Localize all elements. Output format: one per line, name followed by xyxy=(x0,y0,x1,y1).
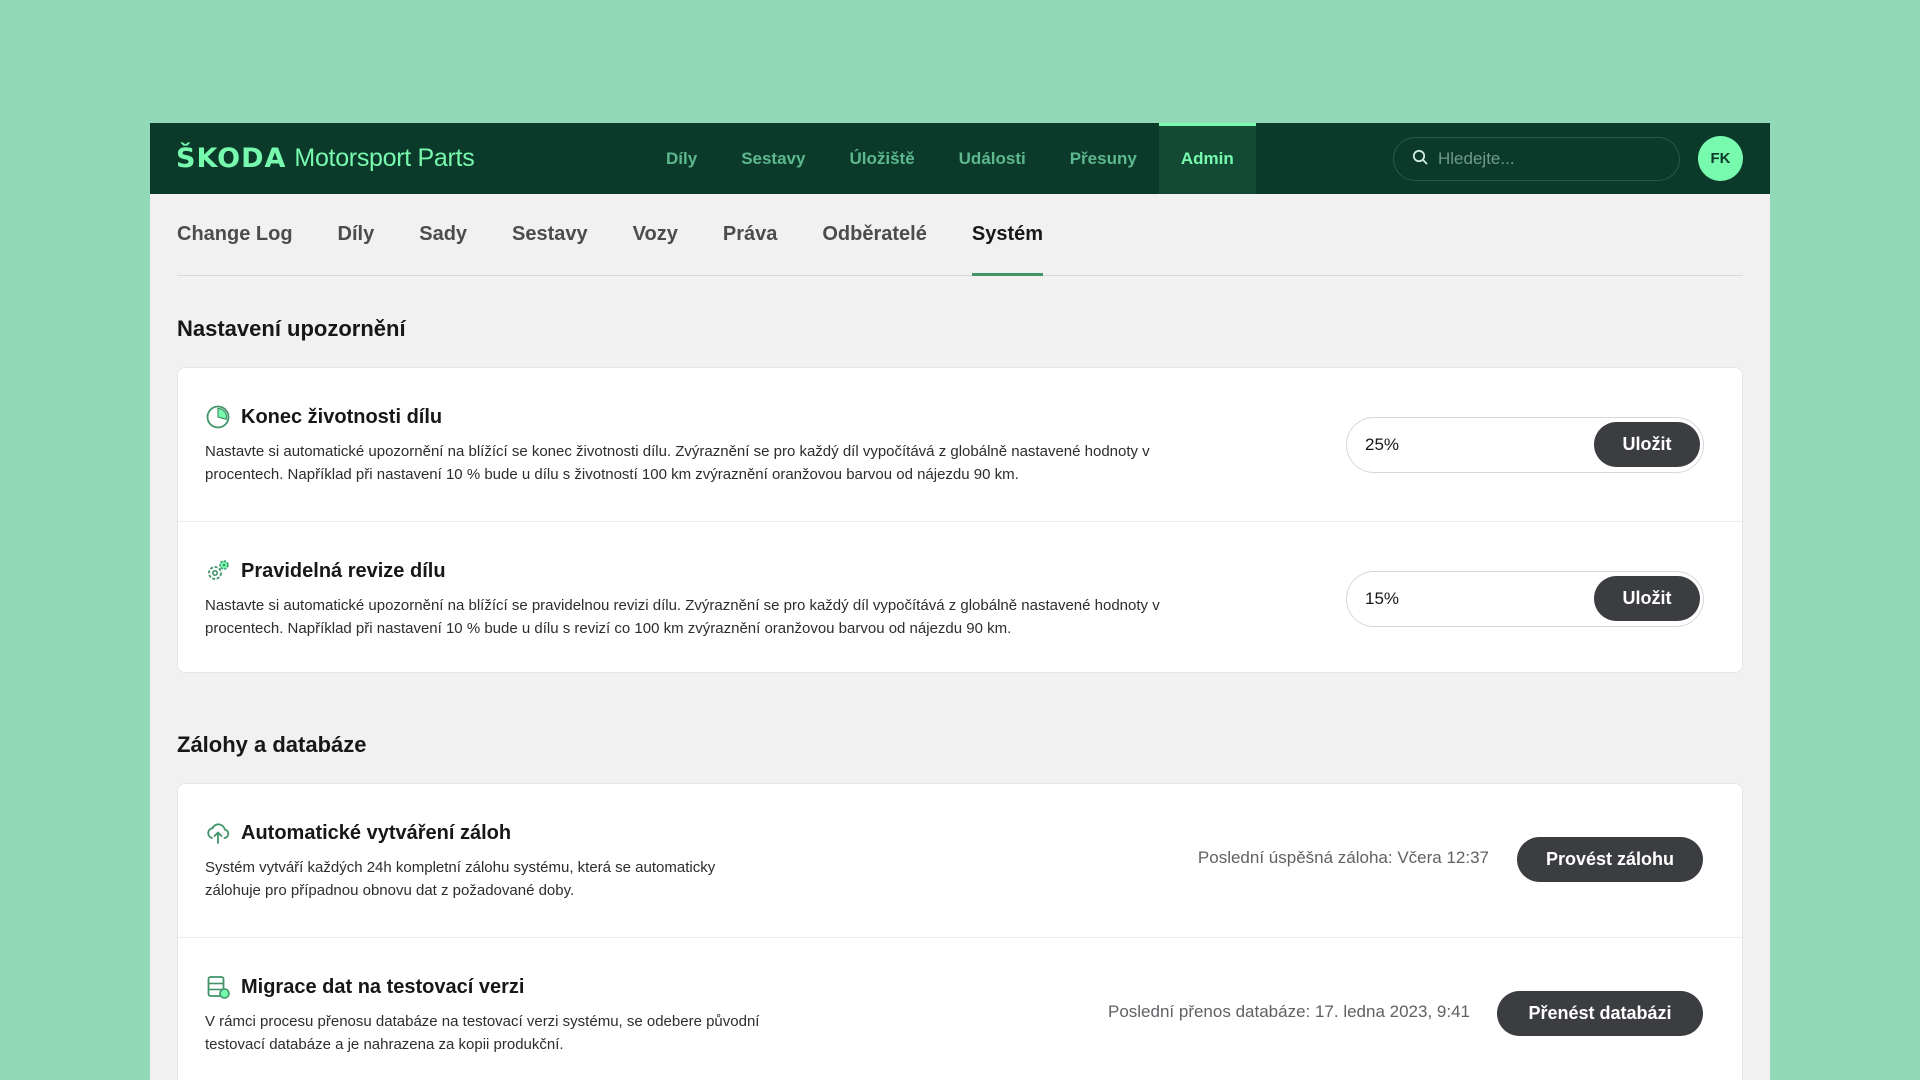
row-description: Nastavte si automatické upozornění na bl… xyxy=(205,597,1160,637)
transfer-database-button[interactable]: Přenést databázi xyxy=(1497,991,1703,1036)
main-navigation: Díly Sestavy Úložiště Události Přesuny A… xyxy=(644,123,1256,194)
revision-percentage-input[interactable] xyxy=(1347,589,1577,609)
admin-tabs: Change Log Díly Sady Sestavy Vozy Práva … xyxy=(177,194,1743,276)
cloud-upload-icon xyxy=(205,820,231,846)
notifications-card: Konec životnosti dílu Nastavte si automa… xyxy=(177,367,1743,673)
tab-vozy[interactable]: Vozy xyxy=(633,194,678,275)
backup-row-auto: Automatické vytváření záloh Systém vytvá… xyxy=(178,784,1742,938)
gears-icon xyxy=(205,558,231,584)
row-header: Migrace dat na testovací verzi xyxy=(205,974,524,1000)
backup-row-migration: Migrace dat na testovací verzi V rámci p… xyxy=(178,938,1742,1080)
tab-change-log[interactable]: Change Log xyxy=(177,194,293,275)
last-backup-status: Poslední úspěšná záloha: Včera 12:37 xyxy=(1197,848,1489,867)
nav-item-uloziste[interactable]: Úložiště xyxy=(827,123,936,194)
row-header: Pravidelná revize dílu xyxy=(205,558,446,584)
database-sync-icon xyxy=(205,974,231,1000)
nav-item-sestavy[interactable]: Sestavy xyxy=(719,123,827,194)
tab-system[interactable]: Systém xyxy=(971,194,1044,276)
save-lifetime-button[interactable]: Uložit xyxy=(1594,422,1700,467)
row-title: Migrace dat na testovací verzi xyxy=(241,975,525,998)
row-description: Nastavte si automatické upozornění na bl… xyxy=(205,443,1150,483)
brand-logo: ŠKODA xyxy=(176,143,287,174)
percentage-group: Uložit xyxy=(1346,571,1704,627)
row-header: Konec životnosti dílu xyxy=(205,404,442,430)
row-title: Automatické vytváření záloh xyxy=(241,821,512,844)
backups-card: Automatické vytváření záloh Systém vytvá… xyxy=(177,783,1743,1080)
save-revision-button[interactable]: Uložit xyxy=(1594,576,1700,621)
notification-row-lifetime: Konec životnosti dílu Nastavte si automa… xyxy=(178,368,1742,522)
percentage-group: Uložit xyxy=(1346,417,1704,473)
row-description: Systém vytváří každých 24h kompletní zál… xyxy=(205,859,716,899)
backups-section-title: Zálohy a databáze xyxy=(177,732,367,757)
row-title: Pravidelná revize dílu xyxy=(241,559,446,582)
top-navigation-bar: ŠKODA Motorsport Parts Díly Sestavy Úlož… xyxy=(150,123,1770,194)
nav-item-admin[interactable]: Admin xyxy=(1158,123,1256,194)
tab-sady[interactable]: Sady xyxy=(419,194,467,275)
nav-item-dily[interactable]: Díly xyxy=(644,123,719,194)
tab-odberatele[interactable]: Odběratelé xyxy=(822,194,926,275)
row-title: Konec životnosti dílu xyxy=(241,405,443,428)
row-header: Automatické vytváření záloh xyxy=(205,820,511,846)
tab-sestavy[interactable]: Sestavy xyxy=(512,194,588,275)
notifications-section-title: Nastavení upozornění xyxy=(177,316,406,341)
search-icon xyxy=(1412,149,1428,170)
brand-name: Motorsport Parts xyxy=(294,144,475,172)
notification-row-revision: Pravidelná revize dílu Nastavte si autom… xyxy=(178,522,1742,672)
row-description: V rámci procesu přenosu databáze na test… xyxy=(205,1013,760,1053)
brand[interactable]: ŠKODA Motorsport Parts xyxy=(176,123,475,194)
search-box[interactable] xyxy=(1393,137,1680,181)
run-backup-button[interactable]: Provést zálohu xyxy=(1517,837,1703,882)
lifetime-gauge-icon xyxy=(205,404,231,430)
tab-dily[interactable]: Díly xyxy=(338,194,375,275)
last-transfer-status: Poslední přenos databáze: 17. ledna 2023… xyxy=(1107,1002,1470,1021)
nav-item-udalosti[interactable]: Události xyxy=(937,123,1048,194)
app-window: ŠKODA Motorsport Parts Díly Sestavy Úlož… xyxy=(150,123,1770,1080)
lifetime-percentage-input[interactable] xyxy=(1347,435,1577,455)
search-input[interactable] xyxy=(1438,149,1658,169)
tab-prava[interactable]: Práva xyxy=(723,194,778,275)
nav-item-presuny[interactable]: Přesuny xyxy=(1048,123,1159,194)
user-avatar[interactable]: FK xyxy=(1698,136,1743,181)
